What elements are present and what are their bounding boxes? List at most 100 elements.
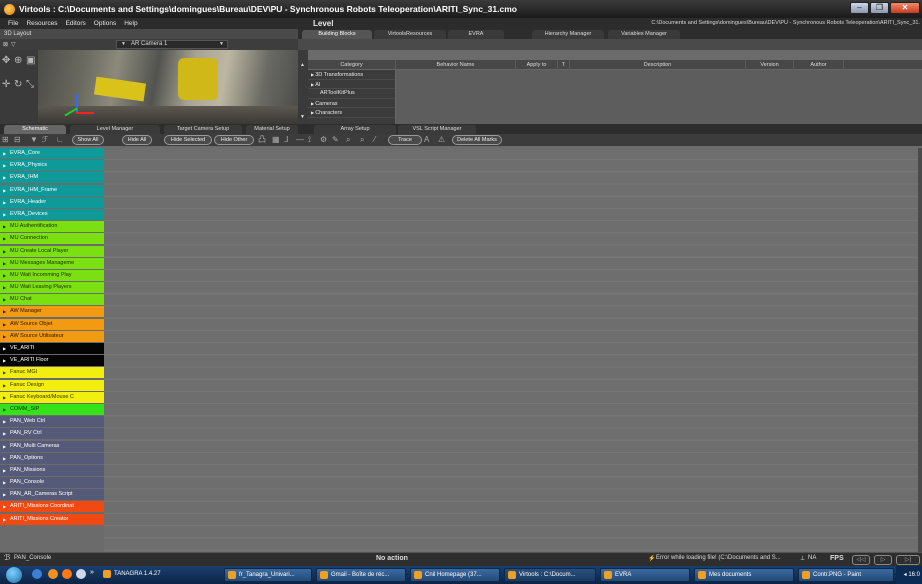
select-icon[interactable]: ▣ (26, 56, 36, 66)
tab-building-blocks[interactable]: Building Blocks (302, 30, 372, 39)
tab-variables-manager[interactable]: Variables Manager (608, 30, 680, 39)
app-icon[interactable] (76, 569, 86, 579)
script-item[interactable]: Fanuc MGI (0, 367, 104, 379)
more-icon[interactable]: » (90, 569, 94, 576)
script-item[interactable]: PAN_Console (0, 477, 104, 489)
scroll-up-icon[interactable]: ▲ (300, 62, 305, 68)
move-icon[interactable]: ✛ (2, 80, 12, 90)
minimize-button[interactable]: – (850, 2, 869, 14)
step-icon[interactable]: ⅃ (284, 135, 288, 145)
tab-target-camera-setup[interactable]: Target Camera Setup (164, 125, 242, 134)
col-category[interactable]: Category (308, 60, 396, 70)
script-item[interactable]: EVRA_Devices (0, 208, 104, 220)
browser-icon[interactable] (62, 569, 72, 579)
taskbar-item-evra[interactable]: EVRA (600, 568, 690, 582)
script-item[interactable]: EVRA_Physics (0, 160, 104, 172)
category-item[interactable]: 3D Transformations (308, 70, 395, 80)
play-button[interactable]: ▷ (874, 555, 892, 565)
script-item[interactable]: VE_ARITI Floor (0, 355, 104, 367)
warning-icon[interactable]: ⚠ (438, 135, 445, 145)
search-icon[interactable]: ⌕ (346, 135, 350, 145)
tools-icon[interactable]: ⚙ (320, 135, 327, 145)
script-item[interactable]: VE_ARITI (0, 343, 104, 354)
script-options-icon[interactable]: ⊟ (14, 135, 21, 145)
script-item[interactable]: AW Manager (0, 306, 104, 318)
reset-button[interactable]: ▷| (896, 555, 920, 565)
script-item[interactable]: COMM_SIP (0, 403, 104, 415)
taskbar-item-mes-documents[interactable]: Mes documents (694, 568, 794, 582)
taskbar-item-virtools[interactable]: Virtools : C:\Docum... (504, 568, 596, 582)
chart-icon[interactable]: ⟟ (308, 135, 311, 145)
category-item[interactable]: Cameras (308, 99, 395, 108)
zoom-icon[interactable]: ⊕ (14, 56, 24, 66)
script-item[interactable]: AW Source Objet (0, 318, 104, 330)
script-item[interactable]: Fanuc Design (0, 379, 104, 391)
script-item[interactable]: MU Wait Leaving Players (0, 282, 104, 294)
script-item[interactable]: ARITI_Missions Coordinat (0, 501, 104, 513)
script-item[interactable]: MU Create Local Player (0, 245, 104, 257)
layout-tool-icon[interactable]: ⊠ (3, 41, 8, 48)
marker-icon[interactable]: ⁄ (374, 135, 375, 145)
tab-vsl-script-manager[interactable]: VSL Script Manager (398, 125, 476, 134)
menu-file[interactable]: File (8, 20, 18, 27)
scroll-down-icon[interactable]: ▼ (300, 114, 305, 120)
taskbar-item-tanagra-univariate[interactable]: fr_Tanagra_Univari... (224, 568, 312, 582)
pan-icon[interactable]: ✥ (2, 56, 12, 66)
script-item[interactable]: EVRA_Core (0, 148, 104, 159)
script-item[interactable]: EVRA_IHM_Frame (0, 184, 104, 196)
tab-material-setup[interactable]: Material Setup (246, 125, 298, 134)
grid-icon[interactable]: ▦ (272, 135, 280, 145)
script-item[interactable]: PAN_Web Ctrl (0, 416, 104, 428)
building-blocks-scrollbar[interactable]: ▲ ▼ (298, 50, 308, 124)
script-item[interactable]: MU Wait Incomming Play (0, 269, 104, 281)
col-apply-to[interactable]: Apply to (516, 60, 558, 70)
hide-other-button[interactable]: Hide Other (214, 135, 254, 145)
search-options-icon[interactable]: ⌕ (360, 135, 364, 145)
taskbar-item-gmail[interactable]: Gmail - Boîte de réc... (316, 568, 406, 582)
schematic-scrollbar[interactable] (918, 148, 922, 552)
script-item[interactable]: MU Messages Manageme (0, 257, 104, 269)
start-button[interactable] (6, 567, 22, 583)
menu-help[interactable]: Help (124, 20, 137, 27)
schematic-area[interactable] (104, 148, 918, 552)
tab-evra[interactable]: EVRA (448, 30, 504, 39)
col-description[interactable]: Description (570, 60, 746, 70)
scale-icon[interactable]: ⤡ (26, 80, 36, 90)
script-item[interactable]: PAN_Options (0, 452, 104, 464)
taskbar-item-tanagra[interactable]: TANAGRA 1.4.27 (100, 568, 200, 582)
script-item[interactable]: ARITI_Missions Creator (0, 513, 104, 525)
col-t[interactable]: T (558, 60, 570, 70)
script-item[interactable]: PAN_Missions (0, 464, 104, 476)
category-item[interactable]: Characters (308, 108, 395, 118)
script-item[interactable]: PAN_Multi Cameras (0, 440, 104, 452)
properties-icon[interactable]: ℱ (42, 135, 48, 145)
col-author[interactable]: Author (794, 60, 844, 70)
hide-selected-button[interactable]: Hide Selected (164, 135, 212, 145)
behavior-list[interactable] (396, 70, 922, 124)
close-button[interactable]: ✕ (890, 2, 920, 14)
script-item[interactable]: PAN_AR_Cameras Script (0, 489, 104, 501)
filter-icon[interactable]: ▽ (11, 41, 16, 48)
new-script-icon[interactable]: ⊞ (2, 135, 9, 145)
taskbar-item-paint[interactable]: Contr.PNG - Paint (798, 568, 894, 582)
script-item[interactable]: PAN_RV Ctrl (0, 428, 104, 440)
taskbar-item-cnil[interactable]: Cnil Homepage (37... (410, 568, 500, 582)
category-item[interactable]: ARToolKitPlus (308, 89, 395, 99)
3d-viewport[interactable]: ✥ ⊕ ▣ ✛ ↻ ⤡ (0, 50, 298, 124)
delete-all-marks-button[interactable]: Delete All Marks (452, 135, 502, 145)
script-item[interactable]: AW Source Utilisateur (0, 330, 104, 342)
trace-button[interactable]: Trace (388, 135, 422, 145)
menu-options[interactable]: Options (94, 20, 116, 27)
script-item[interactable]: MU Chat (0, 294, 104, 306)
mark-icon[interactable]: A (424, 135, 429, 145)
tab-hierarchy-manager[interactable]: Hierarchy Manager (532, 30, 604, 39)
script-item[interactable]: MU Connection (0, 233, 104, 245)
menu-editors[interactable]: Editors (66, 20, 86, 27)
show-all-button[interactable]: Show All (72, 135, 104, 145)
filter-icon[interactable]: ▼ (30, 135, 38, 145)
menu-resources[interactable]: Resources (26, 20, 57, 27)
script-item[interactable]: MU Authentification (0, 221, 104, 233)
col-version[interactable]: Version (746, 60, 794, 70)
category-item[interactable]: AI (308, 80, 395, 89)
line-icon[interactable]: ∟ (56, 135, 64, 145)
